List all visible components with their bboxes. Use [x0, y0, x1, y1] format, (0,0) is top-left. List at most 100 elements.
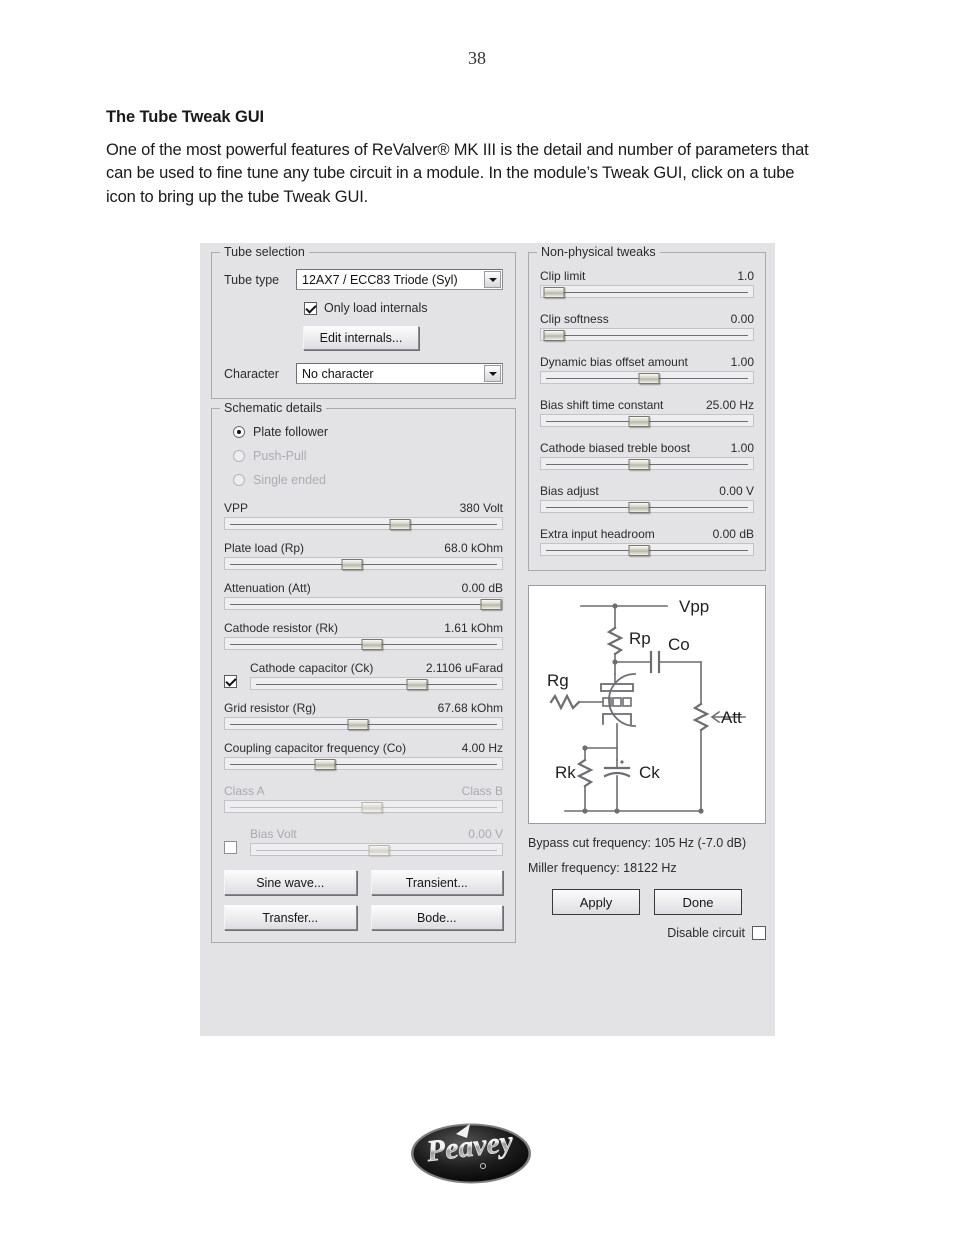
slider-thumb[interactable] [628, 416, 650, 427]
dialog-action-row: Apply Done [528, 889, 766, 915]
slider-value: 1.00 [730, 355, 754, 369]
slider-track [250, 843, 503, 856]
slider-value: 67.68 kOhm [437, 701, 503, 715]
done-button[interactable]: Done [654, 889, 742, 915]
bias-volt-checkbox[interactable] [224, 841, 237, 854]
radio-push-pull: Push-Pull [224, 449, 503, 463]
non-physical-tweaks-title: Non-physical tweaks [537, 245, 660, 259]
label-att: Att [721, 708, 742, 727]
slider-bias-volt: Bias Volt 0.00 V [224, 827, 503, 856]
slider-track[interactable] [224, 757, 503, 770]
slider-thumb[interactable] [638, 373, 660, 384]
slider-vpp: VPP 380 Volt [224, 501, 503, 530]
slider-thumb[interactable] [543, 287, 565, 298]
radio-single-ended: Single ended [224, 473, 503, 487]
analysis-button-grid: Sine wave... Transient... Transfer... Bo… [224, 870, 503, 930]
label-rp: Rp [629, 629, 651, 648]
slider-track[interactable] [540, 500, 754, 513]
tube-tweak-dialog: Tube selection Tube type 12AX7 / ECC83 T… [200, 243, 775, 1036]
slider-thumb[interactable] [628, 502, 650, 513]
slider-track[interactable] [224, 517, 503, 530]
tube-selection-group: Tube selection Tube type 12AX7 / ECC83 T… [211, 245, 516, 399]
peavey-logo-svg: Peavey [411, 1123, 531, 1184]
slider-value: 1.0 [737, 269, 754, 283]
slider-thumb[interactable] [480, 599, 502, 610]
slider-track[interactable] [540, 457, 754, 470]
schematic-details-group: Schematic details Plate follower Push-Pu… [211, 401, 516, 943]
label-co: Co [668, 635, 690, 654]
slider-value: 2.1106 uFarad [425, 661, 503, 675]
radio-icon[interactable] [233, 426, 245, 438]
transfer-button[interactable]: Transfer... [224, 905, 357, 930]
only-load-internals-checkbox[interactable] [304, 301, 317, 315]
slider-thumb[interactable] [389, 519, 410, 530]
dialog-right-column: Non-physical tweaks Clip limit 1.0 Clip … [528, 245, 766, 940]
slider-attenuation: Attenuation (Att) 0.00 dB [224, 581, 503, 610]
sine-wave-button[interactable]: Sine wave... [224, 870, 357, 895]
slider-thumb[interactable] [361, 639, 383, 650]
slider-thumb[interactable] [406, 679, 428, 690]
slider-track[interactable] [540, 543, 754, 556]
miller-frequency: Miller frequency: 18122 Hz [528, 861, 677, 875]
edit-internals-button[interactable]: Edit internals... [303, 326, 419, 350]
non-physical-tweaks-group: Non-physical tweaks Clip limit 1.0 Clip … [528, 245, 766, 571]
slider-value: 0.00 dB [461, 581, 503, 595]
tube-type-select[interactable]: 12AX7 / ECC83 Triode (Syl) [296, 269, 503, 290]
slider-track[interactable] [540, 285, 754, 298]
slider-label: Clip limit [540, 269, 586, 283]
slider-thumb[interactable] [628, 545, 650, 556]
label-ck: Ck [639, 763, 660, 782]
slider-dynamic-bias-offset: Dynamic bias offset amount 1.00 [540, 355, 754, 384]
radio-label: Single ended [253, 473, 326, 487]
slider-track[interactable] [540, 328, 754, 341]
circuit-schematic-svg: Vpp Rp Co Rg Att Rk Ck [547, 597, 746, 814]
slider-value: 4.00 Hz [461, 741, 503, 755]
slider-value: 0.00 V [468, 827, 503, 841]
slider-thumb [368, 845, 390, 856]
slider-thumb[interactable] [543, 330, 565, 341]
label-rg: Rg [547, 671, 569, 690]
apply-button[interactable]: Apply [552, 889, 640, 915]
slider-label: Bias Volt [250, 827, 297, 841]
chevron-down-icon[interactable] [484, 271, 501, 288]
slider-track[interactable] [224, 637, 503, 650]
disable-circuit-checkbox[interactable] [752, 926, 766, 940]
edit-internals-row: Edit internals... [224, 326, 503, 350]
slider-thumb[interactable] [314, 759, 336, 770]
slider-track[interactable] [540, 371, 754, 384]
transient-button[interactable]: Transient... [370, 870, 503, 895]
disable-circuit-label: Disable circuit [667, 926, 745, 940]
slider-value: 1.00 [730, 441, 754, 455]
slider-value: 0.00 dB [712, 527, 754, 541]
slider-cathode-resistor: Cathode resistor (Rk) 1.61 kOhm [224, 621, 503, 650]
slider-track[interactable] [250, 677, 503, 690]
slider-label: Bias shift time constant [540, 398, 664, 412]
slider-label: Bias adjust [540, 484, 599, 498]
slider-clip-limit: Clip limit 1.0 [540, 269, 754, 298]
bypass-cut-frequency: Bypass cut frequency: 105 Hz (-7.0 dB) [528, 836, 747, 850]
chevron-down-icon[interactable] [484, 365, 501, 382]
character-select[interactable]: No character [296, 363, 503, 384]
dialog-left-column: Tube selection Tube type 12AX7 / ECC83 T… [211, 245, 516, 952]
slider-label: Cathode biased treble boost [540, 441, 691, 455]
slider-thumb[interactable] [347, 719, 369, 730]
slider-track[interactable] [224, 717, 503, 730]
page-number: 38 [468, 48, 486, 68]
slider-cathode-biased-treble-boost: Cathode biased treble boost 1.00 [540, 441, 754, 470]
bode-button[interactable]: Bode... [370, 905, 503, 930]
slider-thumb [361, 802, 383, 813]
only-load-internals-label: Only load internals [324, 301, 428, 315]
slider-label: Extra input headroom [540, 527, 655, 541]
slider-thumb[interactable] [628, 459, 650, 470]
cathode-capacitor-checkbox[interactable] [224, 675, 237, 688]
slider-cathode-capacitor: Cathode capacitor (Ck) 2.1106 uFarad [224, 661, 503, 690]
slider-track[interactable] [540, 414, 754, 427]
slider-thumb[interactable] [341, 559, 363, 570]
slider-track[interactable] [224, 557, 503, 570]
slider-track[interactable] [224, 597, 503, 610]
radio-plate-follower[interactable]: Plate follower [224, 425, 503, 439]
slider-label: Clip softness [540, 312, 609, 326]
document-body: The Tube Tweak GUI One of the most power… [106, 108, 828, 209]
tube-type-label: Tube type [224, 272, 280, 287]
circuit-schematic: Vpp Rp Co Rg Att Rk Ck [528, 585, 766, 824]
